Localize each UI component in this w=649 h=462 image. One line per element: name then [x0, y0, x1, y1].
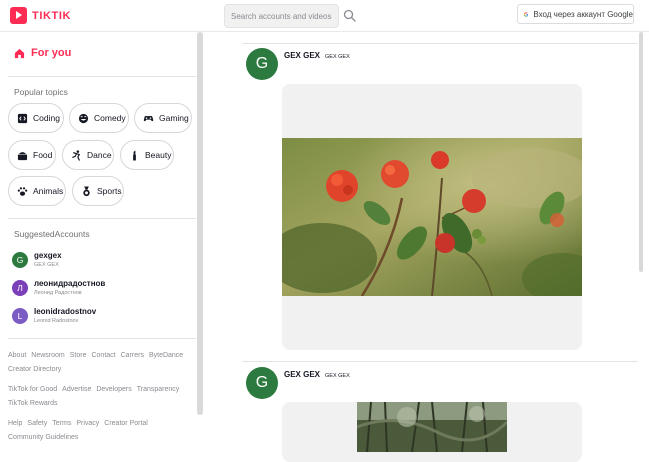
footer-link[interactable]: Help — [8, 417, 22, 431]
footer-link[interactable]: ByteDance — [149, 349, 183, 363]
account-display-name: Leonid Radostnov — [34, 318, 79, 324]
feed-divider — [242, 361, 638, 362]
footer-link[interactable]: Advertise — [62, 383, 91, 397]
popular-topics-title: Popular topics — [14, 87, 68, 97]
feed-divider — [242, 43, 638, 44]
footer-link[interactable]: TikTok for Good — [8, 383, 57, 397]
suggested-account[interactable]: G gexgex GEX GEX — [12, 251, 62, 270]
footer-link[interactable]: Creator Portal — [104, 417, 148, 431]
footer-link[interactable]: About — [8, 349, 26, 363]
footer-links-row: Help Safety Terms Privacy Creator Portal… — [8, 417, 194, 445]
footer-link[interactable]: Contact — [91, 349, 115, 363]
footer-link[interactable]: Newsroom — [31, 349, 64, 363]
author-name: GEX GEX — [284, 370, 321, 379]
footer-links-row: About Newsroom Store Contact Carrers Byt… — [8, 349, 194, 377]
comedy-icon — [78, 113, 89, 124]
account-display-name: GEX GEX — [34, 262, 59, 268]
topic-label: Food — [33, 150, 53, 160]
footer-link[interactable]: Safety — [27, 417, 47, 431]
topic-label: Gaming — [159, 113, 189, 123]
footer-link[interactable]: Transparency — [137, 383, 180, 397]
sidebar-scrollbar[interactable] — [197, 32, 203, 415]
topic-label: Sports — [97, 186, 122, 196]
beauty-icon — [129, 149, 140, 161]
topic-beauty[interactable]: Beauty — [120, 140, 174, 170]
account-username: леонидрадостнов — [34, 279, 106, 288]
video-post: G GEX GEX GEX GEX — [242, 367, 638, 462]
footer-link[interactable]: Community Guidelines — [8, 431, 78, 445]
footer-link[interactable]: Carrers — [121, 349, 144, 363]
gamepad-icon — [143, 113, 154, 124]
medal-icon — [81, 185, 92, 197]
post-author[interactable]: GEX GEX GEX GEX — [284, 370, 350, 379]
app-logo[interactable]: TIKTIK — [10, 7, 71, 24]
topic-label: Beauty — [145, 150, 172, 160]
topic-animals[interactable]: Animals — [8, 176, 66, 206]
avatar: L — [12, 308, 28, 324]
topic-gaming[interactable]: Gaming — [134, 103, 192, 133]
video-player[interactable] — [282, 402, 582, 462]
footer-link[interactable]: Developers — [96, 383, 131, 397]
author-username: GEX GEX — [325, 373, 350, 379]
sidebar-divider — [8, 338, 196, 339]
google-signin-button[interactable]: Вход через аккаунт Google — [517, 4, 634, 24]
video-thumbnail-flowers — [282, 138, 582, 296]
footer-link[interactable]: Creator Directory — [8, 363, 61, 377]
account-username: leonidradostnov — [34, 307, 97, 316]
topic-dance[interactable]: Dance — [62, 140, 114, 170]
video-thumbnail-forest — [357, 402, 507, 452]
search-input[interactable] — [225, 5, 338, 27]
topic-label: Comedy — [94, 113, 126, 123]
topic-food[interactable]: Food — [8, 140, 56, 170]
avatar: Л — [12, 280, 28, 296]
post-author[interactable]: GEX GEX GEX GEX — [284, 51, 350, 60]
food-icon — [17, 150, 28, 161]
code-icon — [17, 113, 28, 124]
home-icon — [14, 48, 25, 58]
footer-links-row: TikTok for Good Advertise Developers Tra… — [8, 383, 194, 411]
author-avatar[interactable]: G — [246, 48, 278, 80]
footer-link[interactable]: Store — [70, 349, 87, 363]
topic-coding[interactable]: Coding — [8, 103, 64, 133]
suggested-account[interactable]: Л леонидрадостнов Леонид Радостнов — [12, 279, 105, 298]
avatar: G — [12, 252, 28, 268]
google-signin-label: Вход через аккаунт Google — [533, 9, 633, 19]
for-you-label: For you — [31, 47, 72, 59]
sidebar-divider — [8, 218, 196, 219]
topic-comedy[interactable]: Comedy — [69, 103, 129, 133]
logo-play-icon — [10, 7, 27, 24]
video-player[interactable] — [282, 84, 582, 350]
footer-link[interactable]: TikTok Rewards — [8, 397, 58, 411]
google-icon — [524, 11, 529, 17]
topic-label: Coding — [33, 113, 60, 123]
feed-scrollbar[interactable] — [639, 32, 643, 272]
footer-link[interactable]: Privacy — [76, 417, 99, 431]
topic-label: Animals — [33, 186, 64, 196]
account-username: gexgex — [34, 251, 62, 260]
author-avatar[interactable]: G — [246, 367, 278, 399]
for-you-link[interactable]: For you — [14, 47, 71, 59]
footer-link[interactable]: Terms — [52, 417, 71, 431]
author-name: GEX GEX — [284, 51, 321, 60]
sidebar-divider — [8, 76, 196, 77]
topic-label: Dance — [87, 150, 112, 160]
dance-icon — [71, 149, 82, 161]
video-post: G GEX GEX GEX GEX — [242, 48, 638, 350]
suggested-account[interactable]: L leonidradostnov Leonid Radostnov — [12, 307, 96, 326]
topic-sports[interactable]: Sports — [72, 176, 124, 206]
search-icon[interactable] — [342, 8, 358, 24]
search-box — [224, 4, 339, 28]
sidebar: For you Popular topics Coding Comedy Gam… — [0, 32, 197, 455]
paw-icon — [17, 186, 28, 197]
suggested-accounts-title: SuggestedAccounts — [14, 229, 90, 239]
author-username: GEX GEX — [325, 54, 350, 60]
top-header: TIKTIK Вход через аккаунт Google — [0, 0, 649, 32]
account-display-name: Леонид Радостнов — [34, 290, 82, 296]
logo-text: TIKTIK — [32, 9, 72, 22]
